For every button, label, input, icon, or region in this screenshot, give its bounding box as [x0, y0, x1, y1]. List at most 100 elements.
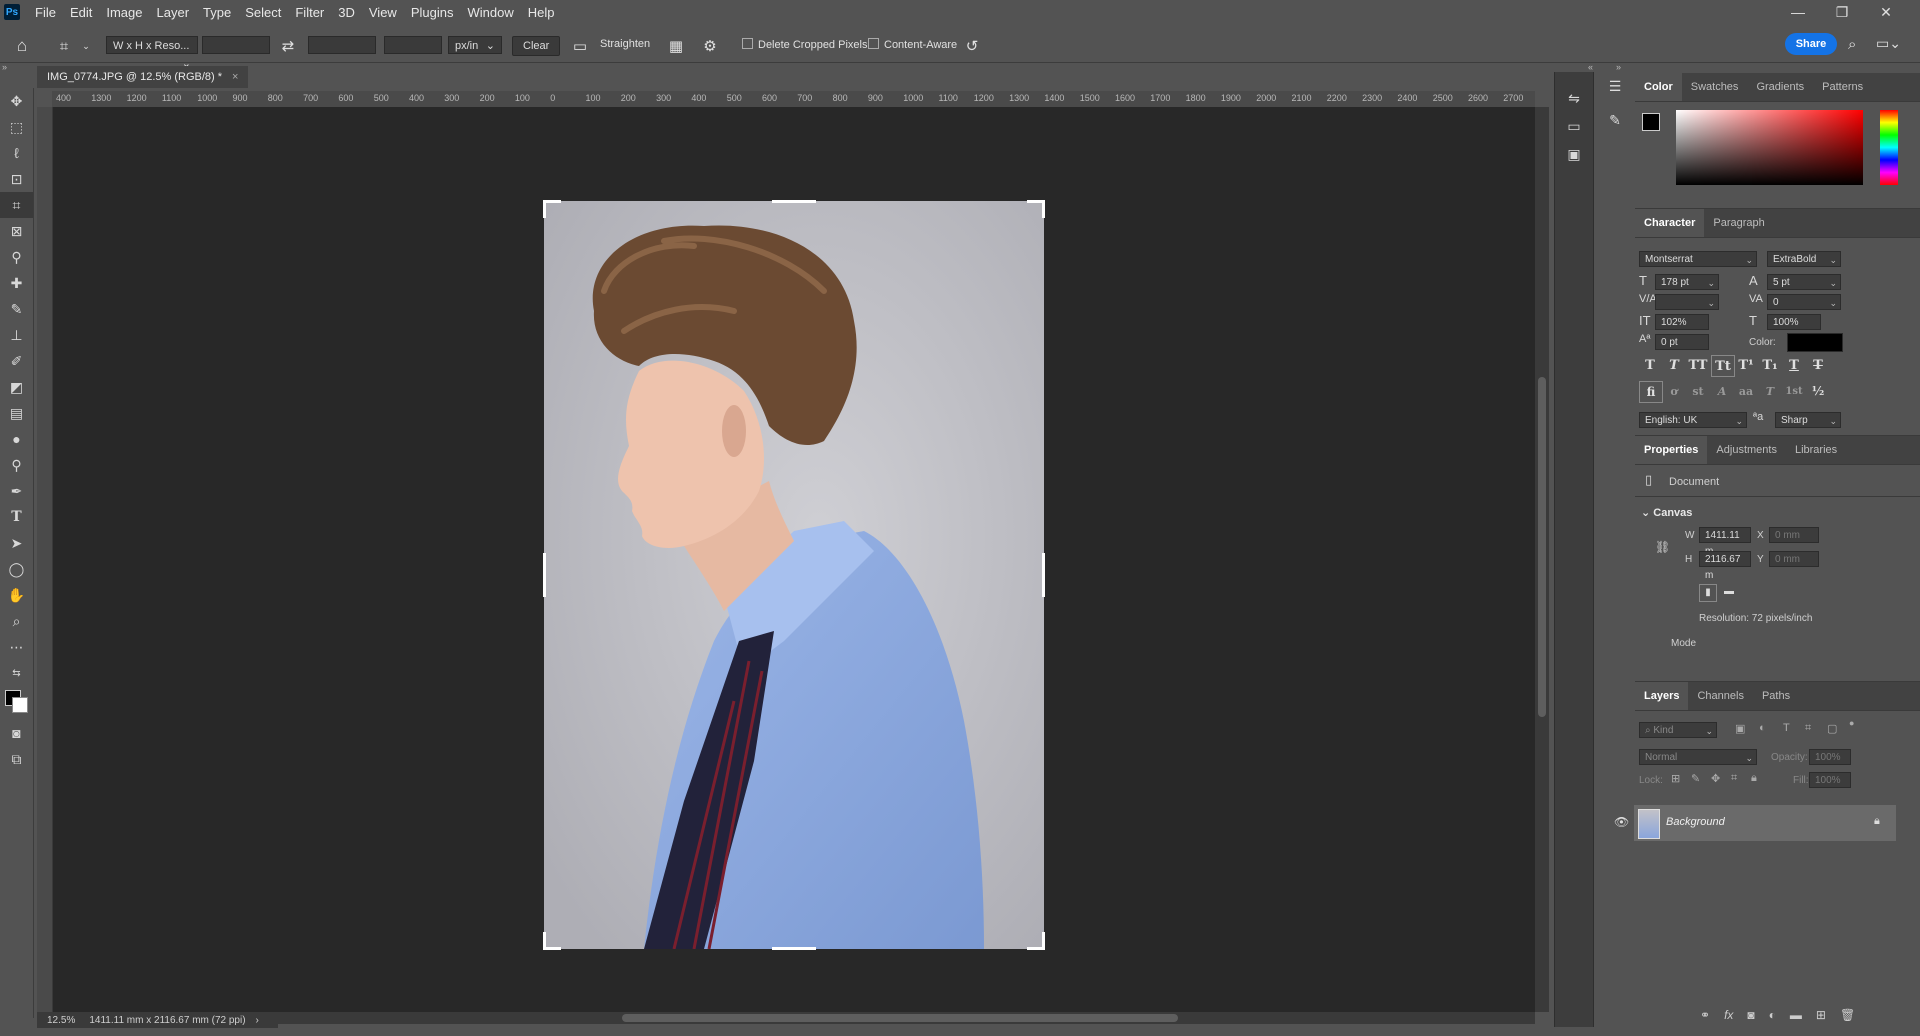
tab-properties[interactable]: Properties	[1635, 436, 1708, 464]
layer-name[interactable]: Background	[1666, 816, 1725, 828]
crop-handle-top-left-v[interactable]	[543, 200, 546, 218]
horizontal-scroll-thumb[interactable]	[622, 1014, 1178, 1022]
color-panel-foreground-swatch[interactable]	[1642, 113, 1660, 131]
units-select[interactable]: px/in ⌄	[448, 36, 502, 54]
content-aware-checkbox[interactable]: Content-Aware	[868, 38, 957, 51]
fractions-button[interactable]: ½	[1807, 381, 1829, 401]
vertical-scale-input[interactable]: 102%	[1655, 314, 1709, 330]
menu-layer[interactable]: Layer	[150, 5, 197, 20]
portrait-orientation-icon[interactable]: ▮	[1699, 584, 1717, 602]
fill-input[interactable]: 100%	[1809, 772, 1851, 788]
lock-artboard-icon[interactable]: ⌗	[1731, 772, 1737, 785]
crop-handle-right[interactable]	[1042, 553, 1045, 597]
background-color-swatch[interactable]	[12, 697, 28, 713]
type-tool-icon[interactable]: T	[0, 504, 33, 530]
default-colors-icon[interactable]: ⇆	[0, 660, 33, 686]
delete-cropped-pixels-checkbox[interactable]: Delete Cropped Pixels	[742, 38, 867, 51]
tab-character[interactable]: Character	[1635, 209, 1705, 237]
superscript-button[interactable]: T¹	[1735, 355, 1757, 375]
clear-button[interactable]: Clear	[512, 36, 561, 56]
font-size-input[interactable]: 178 pt ⌄	[1655, 274, 1719, 290]
font-style-select[interactable]: ExtraBold ⌄	[1767, 251, 1841, 267]
search-icon[interactable]: ⌕	[1848, 36, 1856, 53]
small-caps-button[interactable]: Tt	[1711, 355, 1735, 377]
crop-width-input[interactable]	[202, 36, 270, 54]
faux-italic-button[interactable]: T	[1663, 355, 1685, 375]
landscape-orientation-icon[interactable]: ▬	[1721, 584, 1737, 600]
expand-panels-icon[interactable]: »	[1616, 62, 1621, 72]
lock-transparent-pixels-icon[interactable]: ⊞	[1671, 772, 1680, 785]
screen-mode-icon[interactable]: ⧉	[0, 746, 33, 772]
tab-adjustments[interactable]: Adjustments	[1707, 436, 1786, 464]
crop-handle-bottom-left-v[interactable]	[543, 932, 546, 950]
ratio-preset-select[interactable]: W x H x Reso... ⌄	[106, 36, 198, 70]
tab-libraries[interactable]: Libraries	[1786, 436, 1846, 464]
layer-style-fx-icon[interactable]: fx	[1724, 1008, 1733, 1024]
link-dimensions-icon[interactable]: ⛓	[1655, 540, 1670, 554]
all-caps-button[interactable]: TT	[1687, 355, 1709, 375]
crop-handle-bottom[interactable]	[772, 947, 816, 950]
collapse-panels-icon[interactable]: «	[1588, 62, 1593, 72]
crop-handle-top[interactable]	[772, 200, 816, 203]
lock-position-icon[interactable]: ✥	[1711, 772, 1720, 785]
leading-input[interactable]: 5 pt ⌄	[1767, 274, 1841, 290]
opacity-input[interactable]: 100%	[1809, 749, 1851, 765]
canvas-height-input[interactable]: 2116.67 m	[1699, 551, 1751, 581]
layer-row-background[interactable]: 👁︎ Background 🔒︎	[1614, 805, 1896, 841]
titling-alternates-button[interactable]: T	[1759, 381, 1781, 401]
lock-all-icon[interactable]: 🔒︎	[1751, 772, 1757, 785]
menu-plugins[interactable]: Plugins	[404, 5, 461, 20]
menu-3d[interactable]: 3D	[331, 5, 362, 20]
old-style-button[interactable]: ơ	[1663, 381, 1685, 401]
tracking-input[interactable]: 0 ⌄	[1767, 294, 1841, 310]
canvas-width-input[interactable]: 1411.11 m	[1699, 527, 1751, 557]
close-tab-icon[interactable]: ×	[232, 71, 238, 83]
vertical-scrollbar[interactable]	[1535, 107, 1549, 1012]
filter-type-icon[interactable]: T	[1783, 722, 1790, 734]
canvas-section-header[interactable]: ⌄ Canvas	[1641, 506, 1692, 519]
more-tools-icon[interactable]: ⋯	[0, 634, 33, 660]
settings-gear-icon[interactable]: ⚙	[700, 36, 720, 56]
workspace-icon[interactable]: ▭⌄	[1876, 35, 1901, 52]
chevron-right-icon[interactable]: ›	[256, 1015, 259, 1026]
home-icon[interactable]: ⌂	[12, 36, 32, 56]
subscript-button[interactable]: T₁	[1759, 355, 1781, 375]
marquee-tool-icon[interactable]: ⬚	[0, 114, 33, 140]
add-mask-icon[interactable]: ◙	[1747, 1008, 1754, 1024]
new-group-icon[interactable]: ▬	[1790, 1008, 1802, 1024]
menu-help[interactable]: Help	[521, 5, 562, 20]
object-selection-tool-icon[interactable]: ⊡	[0, 166, 33, 192]
reset-icon[interactable]: ↺	[962, 36, 982, 56]
document-image[interactable]	[544, 201, 1044, 949]
close-button[interactable]: ✕	[1864, 0, 1908, 24]
shape-tool-icon[interactable]: ◯	[0, 556, 33, 582]
menu-view[interactable]: View	[362, 5, 404, 20]
move-tool-icon[interactable]: ✥	[0, 88, 33, 114]
crop-handle-top-right-v[interactable]	[1042, 200, 1045, 218]
zoom-tool-icon[interactable]: ⌕	[0, 608, 33, 634]
history-panel-icon[interactable]: ⇋	[1555, 84, 1593, 112]
layer-visibility-eye-icon[interactable]: 👁︎	[1614, 815, 1629, 829]
plugin-panel-icon[interactable]: ▣	[1555, 140, 1593, 168]
faux-bold-button[interactable]: T	[1639, 355, 1661, 375]
tab-patterns[interactable]: Patterns	[1813, 73, 1872, 101]
lasso-tool-icon[interactable]: ℓ	[0, 140, 33, 166]
menu-image[interactable]: Image	[99, 5, 149, 20]
crop-handle-left[interactable]	[543, 553, 546, 597]
hand-tool-icon[interactable]: ✋	[0, 582, 33, 608]
text-color-swatch[interactable]	[1787, 333, 1843, 352]
frame-tool-icon[interactable]: ⊠	[0, 218, 33, 244]
tab-paths[interactable]: Paths	[1753, 682, 1799, 710]
new-adjustment-layer-icon[interactable]: ◐	[1769, 1008, 1776, 1024]
adjustments-strip-icon[interactable]: ☰	[1602, 78, 1628, 104]
tab-color[interactable]: Color	[1635, 73, 1682, 101]
anti-aliasing-select[interactable]: Sharp ⌄	[1775, 412, 1841, 428]
path-selection-tool-icon[interactable]: ➤	[0, 530, 33, 556]
lock-image-pixels-icon[interactable]: ✎	[1691, 772, 1700, 785]
menu-window[interactable]: Window	[460, 5, 520, 20]
blend-mode-select[interactable]: Normal ⌄	[1639, 749, 1757, 765]
straighten-label[interactable]: Straighten	[600, 38, 650, 50]
restore-button[interactable]: ❐	[1820, 0, 1864, 24]
color-picker-field[interactable]	[1676, 110, 1863, 185]
horizontal-scale-input[interactable]: 100%	[1767, 314, 1821, 330]
